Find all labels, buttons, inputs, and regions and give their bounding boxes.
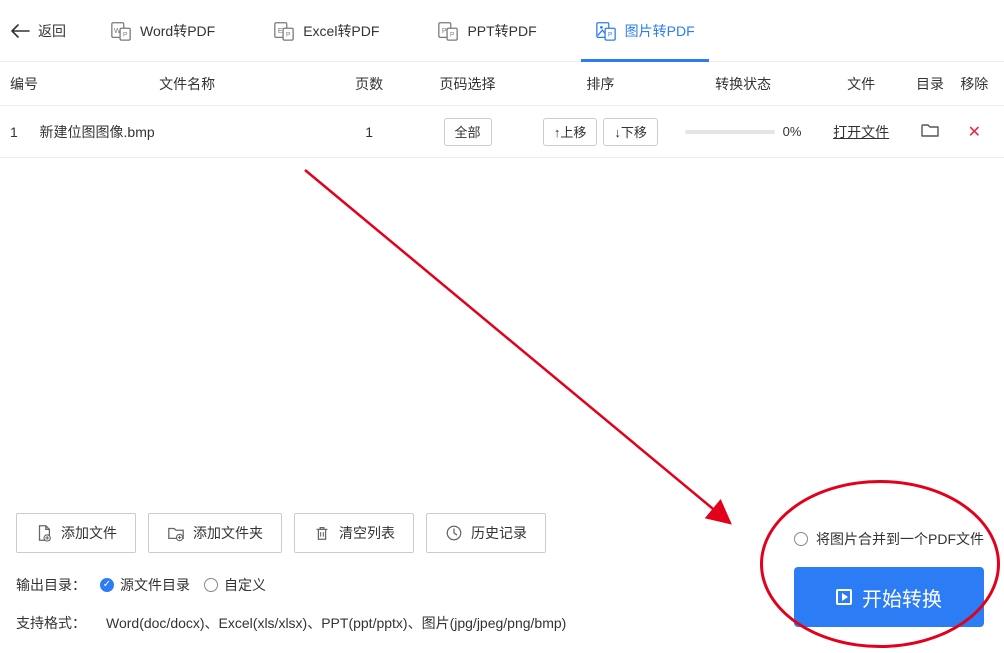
- radio-label: 自定义: [224, 575, 266, 595]
- table-row: 1 新建位图图像.bmp 1 全部 ↑上移 ↓下移 0% 打开文件 ✕: [0, 106, 1004, 158]
- arrow-left-icon: [10, 24, 30, 38]
- svg-text:P: P: [123, 31, 127, 38]
- trash-icon: [313, 524, 331, 542]
- tab-label: PPT转PDF: [467, 21, 536, 41]
- file-plus-icon: [35, 524, 53, 542]
- progress-percent: 0%: [783, 124, 802, 139]
- col-status: 转换状态: [669, 74, 817, 94]
- radio-custom-dir[interactable]: 自定义: [204, 575, 266, 595]
- right-action-block: 将图片合并到一个PDF文件 开始转换: [794, 529, 984, 627]
- clock-icon: [445, 524, 463, 542]
- move-down-button[interactable]: ↓下移: [603, 118, 658, 146]
- button-label: 添加文件夹: [193, 523, 263, 543]
- tab-image-to-pdf[interactable]: P 图片转PDF: [581, 0, 709, 62]
- ppt-pdf-icon: PP: [437, 20, 459, 42]
- page-range-button[interactable]: 全部: [444, 118, 492, 146]
- history-button[interactable]: 历史记录: [426, 513, 546, 553]
- button-label: 历史记录: [471, 523, 527, 543]
- clear-list-button[interactable]: 清空列表: [294, 513, 414, 553]
- image-pdf-icon: P: [595, 20, 617, 42]
- col-file: 文件: [817, 74, 906, 94]
- button-label: 清空列表: [339, 523, 395, 543]
- svg-text:P: P: [286, 31, 290, 38]
- button-label: 开始转换: [862, 583, 942, 612]
- col-order: 排序: [532, 74, 670, 94]
- play-icon: [836, 589, 852, 605]
- tab-label: Word转PDF: [140, 21, 215, 41]
- word-pdf-icon: WP: [110, 20, 132, 42]
- merge-label: 将图片合并到一个PDF文件: [816, 529, 984, 549]
- radio-source-dir[interactable]: 源文件目录: [100, 575, 190, 595]
- svg-text:P: P: [450, 31, 454, 38]
- folder-plus-icon: [167, 524, 185, 542]
- add-folder-button[interactable]: 添加文件夹: [148, 513, 282, 553]
- open-folder-icon[interactable]: [921, 125, 939, 141]
- output-dir-label: 输出目录：: [16, 575, 86, 595]
- remove-row-icon[interactable]: ✕: [968, 124, 981, 141]
- top-tab-bar: 返回 WP Word转PDF EP Excel转PDF PP PPT转PDF P…: [0, 0, 1004, 62]
- open-file-link[interactable]: 打开文件: [833, 124, 889, 140]
- tab-word-to-pdf[interactable]: WP Word转PDF: [96, 0, 229, 62]
- svg-text:E: E: [278, 25, 283, 34]
- back-button[interactable]: 返回: [10, 21, 66, 41]
- annotation-arrow: [300, 165, 760, 545]
- radio-label: 源文件目录: [120, 575, 190, 595]
- tab-excel-to-pdf[interactable]: EP Excel转PDF: [259, 0, 393, 62]
- col-pages: 页数: [335, 74, 404, 94]
- add-file-button[interactable]: 添加文件: [16, 513, 136, 553]
- progress: 0%: [669, 124, 817, 139]
- tab-ppt-to-pdf[interactable]: PP PPT转PDF: [423, 0, 550, 62]
- cell-filename: 新建位图图像.bmp: [40, 122, 335, 142]
- col-name: 文件名称: [40, 74, 335, 94]
- col-idx: 编号: [10, 74, 40, 94]
- formats-value: Word(doc/docx)、Excel(xls/xlsx)、PPT(ppt/p…: [106, 613, 566, 633]
- col-range: 页码选择: [404, 74, 532, 94]
- tab-label: 图片转PDF: [625, 21, 695, 41]
- back-label: 返回: [38, 21, 66, 41]
- col-remove: 移除: [955, 74, 994, 94]
- merge-images-radio[interactable]: 将图片合并到一个PDF文件: [794, 529, 984, 549]
- cell-pages: 1: [335, 124, 404, 140]
- col-dir: 目录: [905, 74, 954, 94]
- move-up-button[interactable]: ↑上移: [543, 118, 598, 146]
- progress-bar: [685, 130, 775, 134]
- button-label: 添加文件: [61, 523, 117, 543]
- start-convert-button[interactable]: 开始转换: [794, 567, 984, 627]
- table-header: 编号 文件名称 页数 页码选择 排序 转换状态 文件 目录 移除: [0, 62, 1004, 106]
- formats-label: 支持格式：: [16, 613, 86, 633]
- cell-idx: 1: [10, 124, 40, 140]
- radio-icon: [794, 532, 808, 546]
- svg-text:P: P: [442, 25, 447, 34]
- tab-label: Excel转PDF: [303, 21, 379, 41]
- svg-text:P: P: [608, 31, 612, 38]
- excel-pdf-icon: EP: [273, 20, 295, 42]
